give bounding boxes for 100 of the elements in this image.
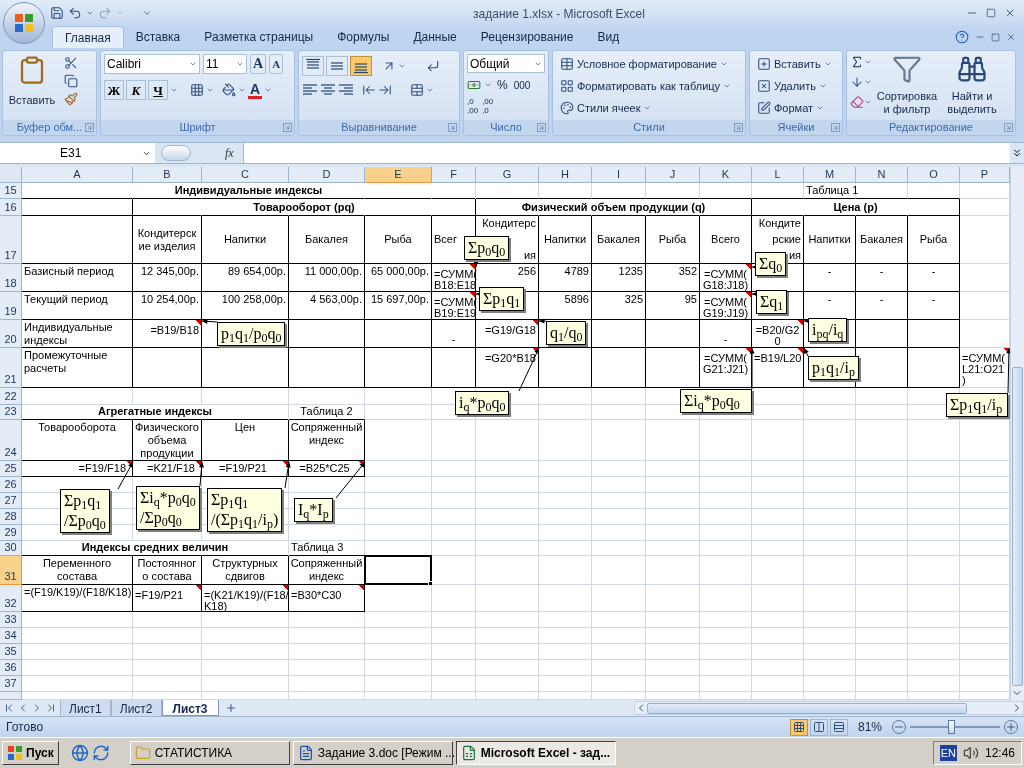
row-header[interactable]: 33 bbox=[0, 612, 22, 628]
column-header[interactable]: P bbox=[960, 167, 1010, 183]
column-header[interactable]: D bbox=[289, 167, 365, 183]
font-color-button[interactable]: A bbox=[248, 81, 263, 99]
caret-icon[interactable] bbox=[484, 81, 492, 89]
caret-icon[interactable] bbox=[236, 60, 244, 68]
active-cell[interactable] bbox=[365, 556, 432, 585]
caret-icon[interactable] bbox=[819, 82, 827, 90]
percent-button[interactable]: % bbox=[495, 76, 510, 94]
dialog-launcher-icon[interactable] bbox=[537, 123, 546, 132]
row-header[interactable]: 20 bbox=[0, 320, 22, 348]
row-header[interactable]: 25 bbox=[0, 461, 22, 477]
row-header[interactable]: 18 bbox=[0, 264, 22, 292]
insert-function-button[interactable]: fx bbox=[225, 144, 243, 162]
cells-menu-button[interactable]: Вставить bbox=[757, 55, 832, 73]
sheet-tab[interactable]: Лист3 bbox=[161, 700, 219, 716]
font-name-field[interactable]: Calibri bbox=[104, 54, 200, 74]
row-header[interactable]: 16 bbox=[0, 199, 22, 216]
caret-icon[interactable] bbox=[170, 86, 178, 94]
formula-input[interactable] bbox=[243, 143, 1010, 163]
styles-menu-button[interactable]: Условное форматирование bbox=[560, 55, 732, 73]
sigma-icon[interactable] bbox=[850, 55, 864, 69]
sort-filter-button[interactable]: Сортировка и фильтр bbox=[872, 54, 942, 120]
cells-menu-button[interactable]: Формат bbox=[757, 99, 832, 117]
left-arrow-bar-icon[interactable] bbox=[362, 83, 376, 97]
help-icon[interactable] bbox=[955, 30, 969, 44]
expand-icon[interactable] bbox=[1011, 147, 1023, 159]
ribbon-tab[interactable]: Главная bbox=[52, 26, 124, 48]
row-header[interactable]: 23 bbox=[0, 405, 22, 420]
dialog-launcher-icon[interactable] bbox=[831, 123, 840, 132]
align-button[interactable] bbox=[350, 56, 372, 76]
styles-menu-button[interactable]: Форматировать как таблицу bbox=[560, 77, 732, 95]
dialog-launcher-icon[interactable] bbox=[85, 123, 94, 132]
column-header[interactable]: A bbox=[22, 167, 133, 183]
select-all-corner[interactable] bbox=[0, 167, 22, 183]
banknote-icon[interactable] bbox=[467, 78, 481, 92]
column-header[interactable]: J bbox=[646, 167, 700, 183]
return-arrow-icon[interactable] bbox=[426, 59, 440, 73]
row-header[interactable]: 19 bbox=[0, 292, 22, 320]
borders-icon[interactable] bbox=[190, 83, 204, 97]
caret-icon[interactable] bbox=[864, 78, 872, 86]
align-button[interactable] bbox=[302, 56, 324, 76]
maximize-icon[interactable] bbox=[986, 8, 996, 18]
close-icon[interactable] bbox=[1004, 7, 1016, 19]
globe-icon[interactable] bbox=[70, 744, 89, 762]
caret-icon[interactable] bbox=[723, 82, 732, 90]
taskbar-button[interactable]: Задание 3.doc [Режим ... bbox=[292, 741, 453, 765]
scissors-icon[interactable] bbox=[64, 56, 78, 70]
row-header[interactable]: 24 bbox=[0, 420, 22, 461]
language-indicator[interactable]: EN bbox=[939, 744, 957, 762]
undo-icon[interactable] bbox=[68, 6, 82, 20]
redo-icon[interactable] bbox=[98, 6, 112, 20]
column-header[interactable]: F bbox=[432, 167, 476, 183]
caret-icon[interactable] bbox=[864, 98, 872, 106]
underline-button[interactable]: Ч bbox=[148, 80, 168, 100]
cells-menu-button[interactable]: Удалить bbox=[757, 77, 832, 95]
ribbon-tab[interactable]: Данные bbox=[401, 26, 469, 48]
column-header[interactable]: I bbox=[592, 167, 646, 183]
caret-icon[interactable] bbox=[864, 58, 872, 66]
ribbon-tab[interactable]: Вид bbox=[585, 26, 632, 48]
refresh-icon[interactable] bbox=[91, 744, 110, 762]
view-button[interactable] bbox=[829, 718, 848, 736]
restore-icon[interactable] bbox=[991, 32, 1000, 42]
sheet-tab[interactable]: Лист1 bbox=[60, 700, 111, 716]
dialog-launcher-icon[interactable] bbox=[1004, 123, 1013, 132]
row-header[interactable]: 22 bbox=[0, 388, 22, 405]
row-header[interactable]: 37 bbox=[0, 676, 22, 692]
row-header[interactable]: 30 bbox=[0, 541, 22, 556]
caret-icon[interactable] bbox=[86, 9, 94, 17]
caret-icon[interactable] bbox=[189, 60, 197, 68]
ribbon-tab[interactable]: Формулы bbox=[325, 26, 402, 48]
row-header[interactable]: 31 bbox=[0, 556, 22, 585]
shrink-font-button[interactable]: A bbox=[269, 54, 284, 74]
bold-button[interactable]: Ж bbox=[104, 80, 124, 100]
caret-icon[interactable] bbox=[238, 86, 246, 94]
caret-icon[interactable] bbox=[816, 104, 825, 112]
column-header[interactable]: G bbox=[476, 167, 539, 183]
first-sheet-icon[interactable] bbox=[3, 702, 15, 714]
styles-menu-button[interactable]: Стили ячеек bbox=[560, 99, 732, 117]
column-header[interactable]: L bbox=[752, 167, 804, 183]
row-header[interactable]: 17 bbox=[0, 216, 22, 264]
save-icon[interactable] bbox=[50, 6, 64, 20]
start-button[interactable]: Пуск bbox=[2, 741, 59, 765]
name-box[interactable]: E31 bbox=[0, 143, 155, 163]
speaker-icon[interactable] bbox=[962, 745, 979, 761]
row-header[interactable]: 21 bbox=[0, 348, 22, 388]
row-header[interactable]: 15 bbox=[0, 183, 22, 199]
grow-font-button[interactable]: A bbox=[250, 54, 267, 74]
eraser-icon[interactable] bbox=[850, 95, 864, 109]
row-header[interactable]: 29 bbox=[0, 525, 22, 541]
taskbar-button[interactable]: СТАТИСТИКА bbox=[129, 741, 290, 765]
ribbon-tab[interactable]: Рецензирование bbox=[468, 26, 586, 48]
caret-icon[interactable] bbox=[643, 104, 652, 112]
dialog-launcher-icon[interactable] bbox=[283, 123, 292, 132]
column-header[interactable]: E bbox=[365, 167, 432, 183]
increase-decimal-button[interactable]: ,0 ,00 bbox=[467, 97, 479, 115]
vertical-scrollbar[interactable] bbox=[1010, 167, 1024, 700]
splitter-handle[interactable] bbox=[161, 145, 191, 161]
row-header[interactable]: 27 bbox=[0, 493, 22, 509]
column-header[interactable]: M bbox=[804, 167, 856, 183]
